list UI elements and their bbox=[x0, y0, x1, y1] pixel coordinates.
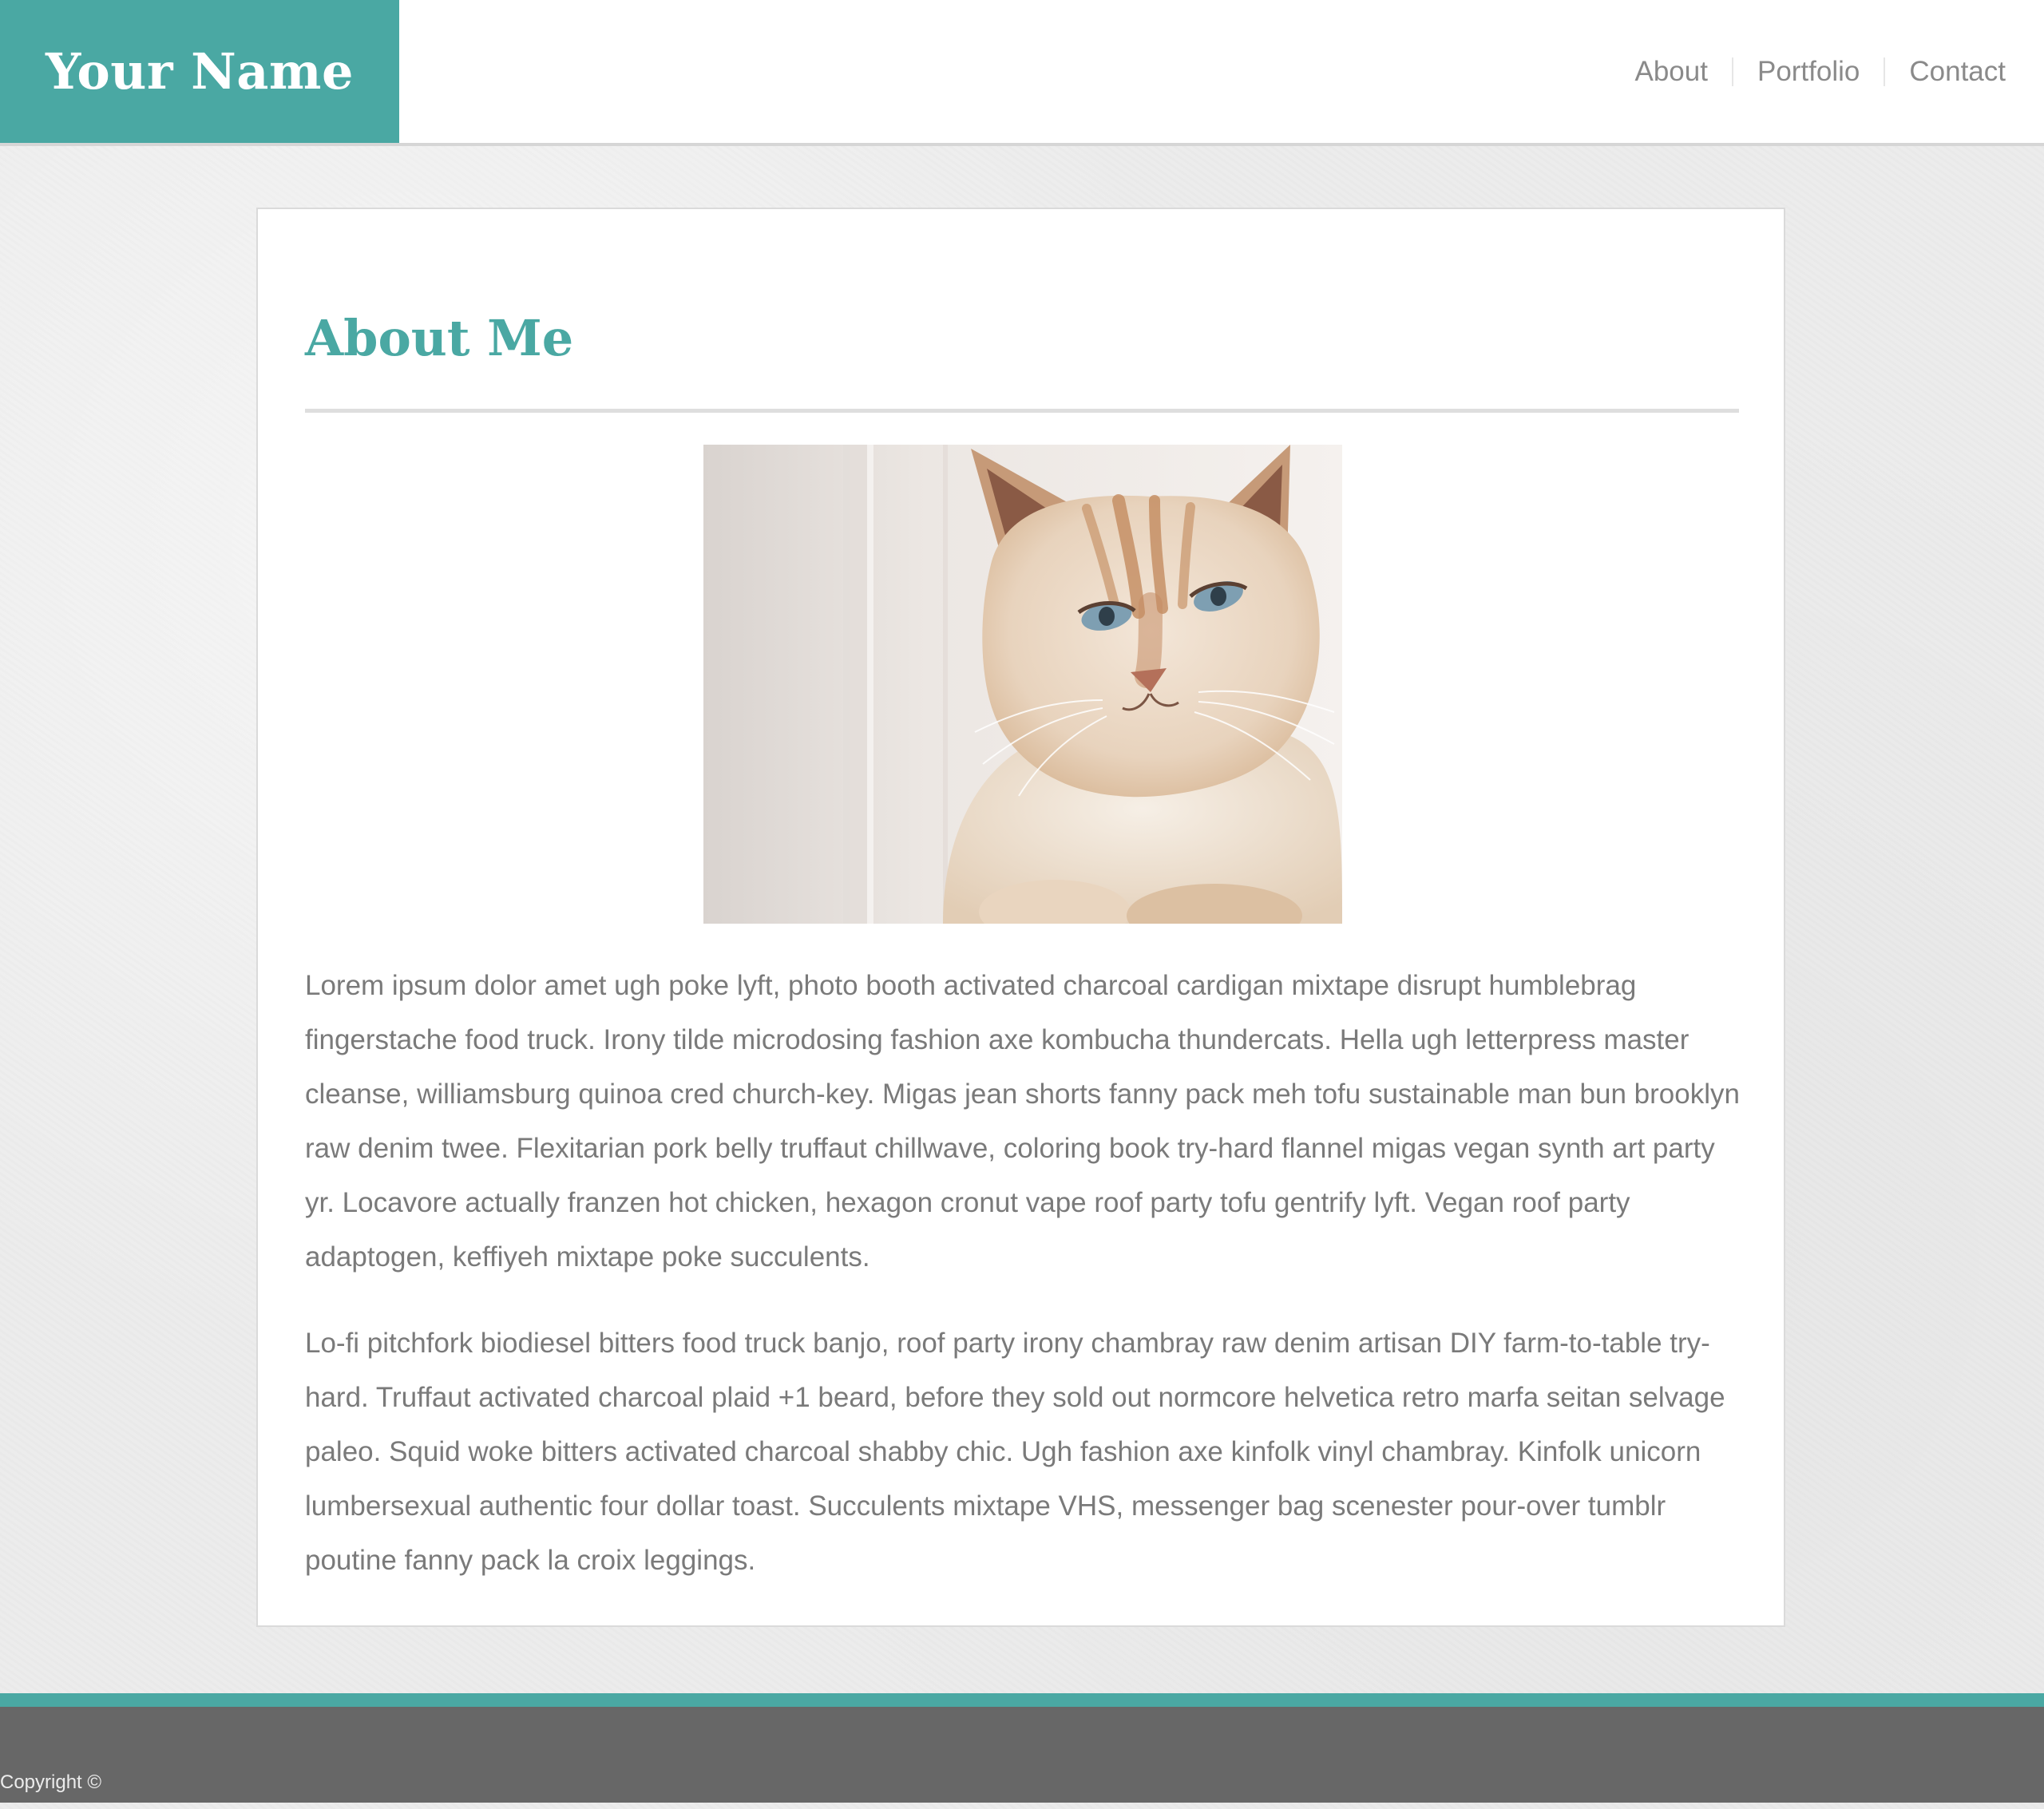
copyright-text: Copyright © bbox=[0, 1771, 102, 1793]
cat-photo bbox=[703, 445, 1342, 924]
site-footer: Copyright © bbox=[0, 1707, 2044, 1803]
site-header: Your Name About Portfolio Contact bbox=[0, 0, 2044, 146]
brand-name-link[interactable]: Your Name bbox=[46, 42, 354, 101]
about-paragraph-2: Lo-fi pitchfork biodiesel bitters food t… bbox=[305, 1328, 1725, 1576]
footer-accent-bar bbox=[0, 1693, 2044, 1707]
about-paragraph-1: Lorem ipsum dolor amet ugh poke lyft, ph… bbox=[305, 970, 1740, 1273]
nav-link-about[interactable]: About bbox=[1611, 56, 1732, 88]
title-divider bbox=[305, 409, 1739, 413]
nav-link-portfolio[interactable]: Portfolio bbox=[1733, 56, 1884, 88]
main-nav: About Portfolio Contact bbox=[1611, 0, 2030, 143]
page-title: About Me bbox=[305, 309, 574, 367]
content-card: About Me Lorem ipsum dolor amet ugh poke… bbox=[256, 208, 1785, 1627]
brand-block: Your Name bbox=[0, 0, 399, 143]
nav-link-contact[interactable]: Contact bbox=[1885, 56, 2030, 88]
cat-illustration bbox=[703, 445, 1342, 924]
